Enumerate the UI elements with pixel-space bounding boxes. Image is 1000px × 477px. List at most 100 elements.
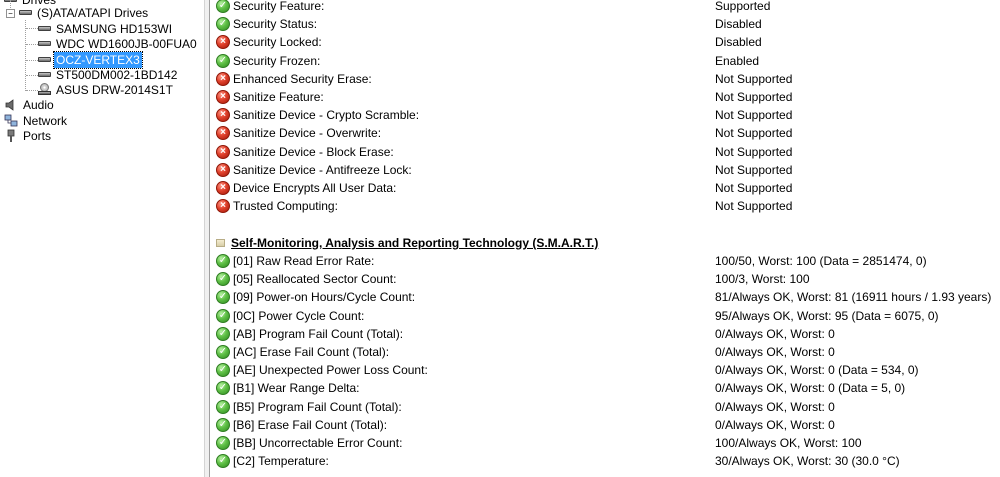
error-x-icon: × [216,199,230,214]
error-x-icon: × [216,126,230,141]
property-row[interactable]: ✓ [05] Reallocated Sector Count: 100/3, Wo… [216,270,1000,288]
property-row[interactable]: ✓ Security Status: Disabled [216,15,1000,33]
collapse-toggle[interactable]: − [6,9,15,18]
cdrom-icon [38,83,51,96]
property-row[interactable]: ✓ Security Feature: Supported [216,0,1000,15]
property-row[interactable]: ✓ [C2] Temperature: 30/Always OK, Worst: 3… [216,452,1000,470]
check-ok-icon: ✓ [216,53,230,68]
property-value: 0/Always OK, Worst: 0 [715,326,835,341]
tree-item-network[interactable]: Network [4,113,69,129]
property-name: Device Encrypts All User Data: [233,181,397,195]
property-name: [B5] Program Fail Count (Total): [233,399,402,414]
error-x-icon: × [216,181,230,195]
property-value: 0/Always OK, Worst: 0 [715,345,835,359]
property-name: [AE] Unexpected Power Loss Count: [233,363,428,378]
port-icon [4,129,18,143]
property-row[interactable]: ✓ [AB] Program Fail Count (Total): 0/Alway… [216,325,1000,343]
property-name: Sanitize Device - Crypto Scramble: [233,108,420,123]
property-row[interactable]: × Security Locked: Disabled [216,33,1000,51]
check-ok-icon: ✓ [216,308,230,323]
property-row[interactable]: × Sanitize Device - Overwrite: Not Support… [216,124,1000,142]
property-row[interactable]: × Sanitize Feature: Not Supported [216,88,1000,106]
tree-item-audio-label: Audio [23,98,54,112]
property-value: 81/Always OK, Worst: 81 (16911 hours / 1… [715,290,992,305]
check-ok-icon: ✓ [216,363,230,378]
property-name: [B6] Erase Fail Count (Total): [233,417,388,432]
property-value: 100/Always OK, Worst: 100 [715,436,862,450]
property-value: Disabled [715,17,762,32]
tree-connector [26,90,38,91]
property-value: Enabled [715,53,760,68]
tree-item-ports-label: Ports [23,129,52,143]
check-ok-icon: ✓ [216,272,230,287]
property-value: Not Supported [715,144,793,159]
property-row[interactable]: × Device Encrypts All User Data: Not Suppo… [216,179,1000,197]
check-ok-icon: ✓ [216,454,230,469]
error-x-icon: × [216,90,230,104]
property-row[interactable]: × Sanitize Device - Block Erase: Not Suppo… [216,143,1000,161]
property-row[interactable]: ✓ [B6] Erase Fail Count (Total): 0/Always … [216,416,1000,434]
tree-item-drive-label: SAMSUNG HD153WI [56,22,173,36]
property-row[interactable]: ✓ [BB] Uncorrectable Error Count: 100/Alwa… [216,434,1000,452]
check-ok-icon: ✓ [216,254,230,268]
details-pane: ✓ Security Feature: Supported ✓ Security Sta… [210,0,1000,477]
property-value: 95/Always OK, Worst: 95 (Data = 6075, 0) [715,308,939,323]
tree-connector [26,44,38,45]
error-x-icon: × [216,71,230,86]
error-x-icon: × [216,162,230,177]
property-value: Not Supported [715,181,793,195]
property-row[interactable]: ✓ [AE] Unexpected Power Loss Count: 0/Alwa… [216,361,1000,379]
hdd-icon [38,72,51,77]
check-ok-icon: ✓ [216,290,230,305]
property-value: Disabled [715,35,762,50]
device-tree[interactable]: Drives − (S)ATA/ATAPI Drives SAMSUNG HD1… [0,0,204,477]
property-row[interactable]: ✓ [01] Raw Read Error Rate: 100/50, Worst:… [216,252,1000,270]
property-value: 0/Always OK, Worst: 0 (Data = 5, 0) [715,381,906,396]
error-x-icon: × [216,35,230,50]
property-row[interactable]: ✓ [09] Power-on Hours/Cycle Count: 81/Alwa… [216,288,1000,306]
property-row[interactable]: ✓ Security Frozen: Enabled [216,52,1000,70]
tree-connector [26,75,38,76]
property-row[interactable]: ✓ [AC] Erase Fail Count (Total): 0/Always … [216,343,1000,361]
tree-item-drive-selected[interactable]: OCZ-VERTEX3 [38,51,143,69]
hdd-icon [38,41,51,46]
check-ok-icon: ✓ [216,417,230,432]
property-value: Not Supported [715,199,793,214]
property-row[interactable]: × Sanitize Device - Antifreeze Lock: Not S… [216,161,1000,179]
tree-item-sata-group[interactable]: (S)ATA/ATAPI Drives [19,5,150,21]
hdd-icon [38,26,51,31]
property-name: Trusted Computing: [233,199,338,214]
property-row[interactable]: ✓ [0C] Power Cycle Count: 95/Always OK, Wo… [216,307,1000,325]
property-name: [B1] Wear Range Delta: [233,381,360,396]
tree-item-drive[interactable]: WDC WD1600JB-00FUA0 [38,36,199,52]
speaker-icon [4,98,18,112]
property-name: Sanitize Device - Block Erase: [233,144,394,159]
property-row[interactable]: × Sanitize Device - Crypto Scramble: Not S… [216,106,1000,124]
check-ok-icon: ✓ [216,436,230,450]
property-row[interactable]: ✓ [B1] Wear Range Delta: 0/Always OK, Wors… [216,379,1000,397]
property-row[interactable]: × Enhanced Security Erase: Not Supported [216,70,1000,88]
tree-item-drive-label: OCZ-VERTEX3 [53,51,143,69]
tree-item-ports[interactable]: Ports [4,128,53,144]
property-value: Not Supported [715,90,793,104]
tree-connector [26,28,38,29]
property-name: [AB] Program Fail Count (Total): [233,326,404,341]
tree-item-drive[interactable]: ST500DM002-1BD142 [38,67,179,83]
property-value: 0/Always OK, Worst: 0 [715,417,835,432]
check-ok-icon: ✓ [216,326,230,341]
section-icon [216,239,225,247]
check-ok-icon: ✓ [216,0,230,13]
tree-item-drive[interactable]: ASUS DRW-2014S1T [38,82,175,98]
tree-item-drive[interactable]: SAMSUNG HD153WI [38,21,174,37]
property-name: [01] Raw Read Error Rate: [233,254,375,268]
property-value: Supported [715,0,771,13]
tree-item-audio[interactable]: Audio [4,97,56,113]
property-row[interactable]: ✓ [B5] Program Fail Count (Total): 0/Alway… [216,398,1000,416]
property-name: Security Locked: [233,35,322,50]
tree-item-drive-label: WDC WD1600JB-00FUA0 [56,37,197,51]
property-value: Not Supported [715,162,793,177]
property-row[interactable]: × Trusted Computing: Not Supported [216,197,1000,215]
tree-connector [26,60,38,61]
tree-item-network-label: Network [23,114,68,128]
property-name: Security Frozen: [233,53,321,68]
